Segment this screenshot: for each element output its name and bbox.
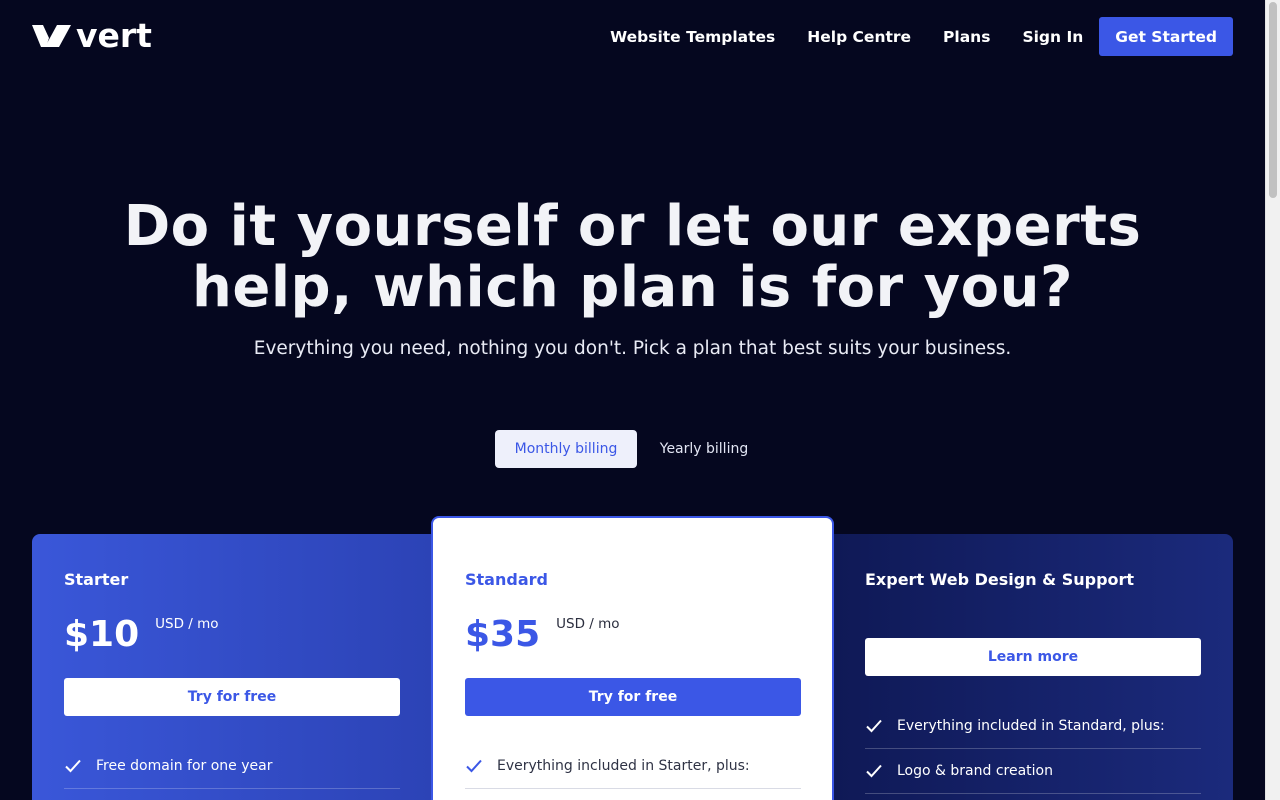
feature-item: Logo & brand creation xyxy=(865,749,1201,794)
feature-list: Everything included in Starter, plus: xyxy=(465,744,801,789)
feature-text: Free domain for one year xyxy=(96,758,273,774)
feature-item: Everything included in Standard, plus: xyxy=(865,704,1201,749)
nav-sign-in[interactable]: Sign In xyxy=(1022,28,1083,46)
price-row: $35 USD / mo xyxy=(465,612,620,658)
get-started-button[interactable]: Get Started xyxy=(1099,17,1233,56)
logo-text: vert xyxy=(76,16,152,55)
monthly-billing-tab[interactable]: Monthly billing xyxy=(495,430,637,468)
scrollbar-thumb[interactable] xyxy=(1269,2,1277,198)
plan-name: Starter xyxy=(64,570,129,589)
hero-title-line-2: help, which plan is for you? xyxy=(192,255,1073,320)
expert-learn-more-button[interactable]: Learn more xyxy=(865,638,1201,676)
check-icon xyxy=(866,764,882,778)
check-icon xyxy=(466,759,482,773)
price-row: $10 USD / mo xyxy=(64,612,219,658)
logo[interactable]: vert xyxy=(32,16,152,55)
feature-item: Everything included in Starter, plus: xyxy=(465,744,801,789)
hero-subtitle: Everything you need, nothing you don't. … xyxy=(253,338,1012,359)
billing-toggle: Monthly billing Yearly billing xyxy=(495,430,771,468)
hero-title-line-1: Do it yourself or let our experts xyxy=(123,194,1142,259)
plan-price-unit: USD / mo xyxy=(155,616,219,632)
starter-try-free-button[interactable]: Try for free xyxy=(64,678,400,716)
plan-name: Standard xyxy=(465,570,548,589)
nav-help-centre[interactable]: Help Centre xyxy=(807,28,911,46)
hero-title: Do it yourself or let our experts help, … xyxy=(0,196,1265,318)
site-header: vert Website Templates Help Centre Plans… xyxy=(0,0,1265,74)
feature-item: Free domain for one year xyxy=(64,744,400,789)
standard-try-free-button[interactable]: Try for free xyxy=(465,678,801,716)
check-icon xyxy=(866,719,882,733)
feature-text: Everything included in Standard, plus: xyxy=(897,718,1165,734)
plan-price: $35 xyxy=(465,614,541,655)
plan-price-unit: USD / mo xyxy=(556,616,620,632)
plan-card-standard: Standard $35 USD / mo Try for free Every… xyxy=(431,516,834,800)
feature-text: Everything included in Starter, plus: xyxy=(497,758,750,774)
plan-price: $10 xyxy=(64,614,140,655)
vert-logo-icon xyxy=(32,25,71,47)
page-scrollbar[interactable] xyxy=(1265,0,1280,800)
main-nav: Website Templates Help Centre Plans Sign… xyxy=(578,17,1233,56)
feature-list: Free domain for one year xyxy=(64,744,400,789)
nav-plans[interactable]: Plans xyxy=(943,28,990,46)
feature-list: Everything included in Standard, plus: L… xyxy=(865,704,1201,794)
plan-name: Expert Web Design & Support xyxy=(865,570,1135,589)
nav-website-templates[interactable]: Website Templates xyxy=(610,28,775,46)
plan-card-expert: Expert Web Design & Support Learn more E… xyxy=(833,534,1233,800)
check-icon xyxy=(65,759,81,773)
plan-card-starter: Starter $10 USD / mo Try for free Free d… xyxy=(32,534,432,800)
feature-text: Logo & brand creation xyxy=(897,763,1053,779)
yearly-billing-tab[interactable]: Yearly billing xyxy=(637,430,771,468)
